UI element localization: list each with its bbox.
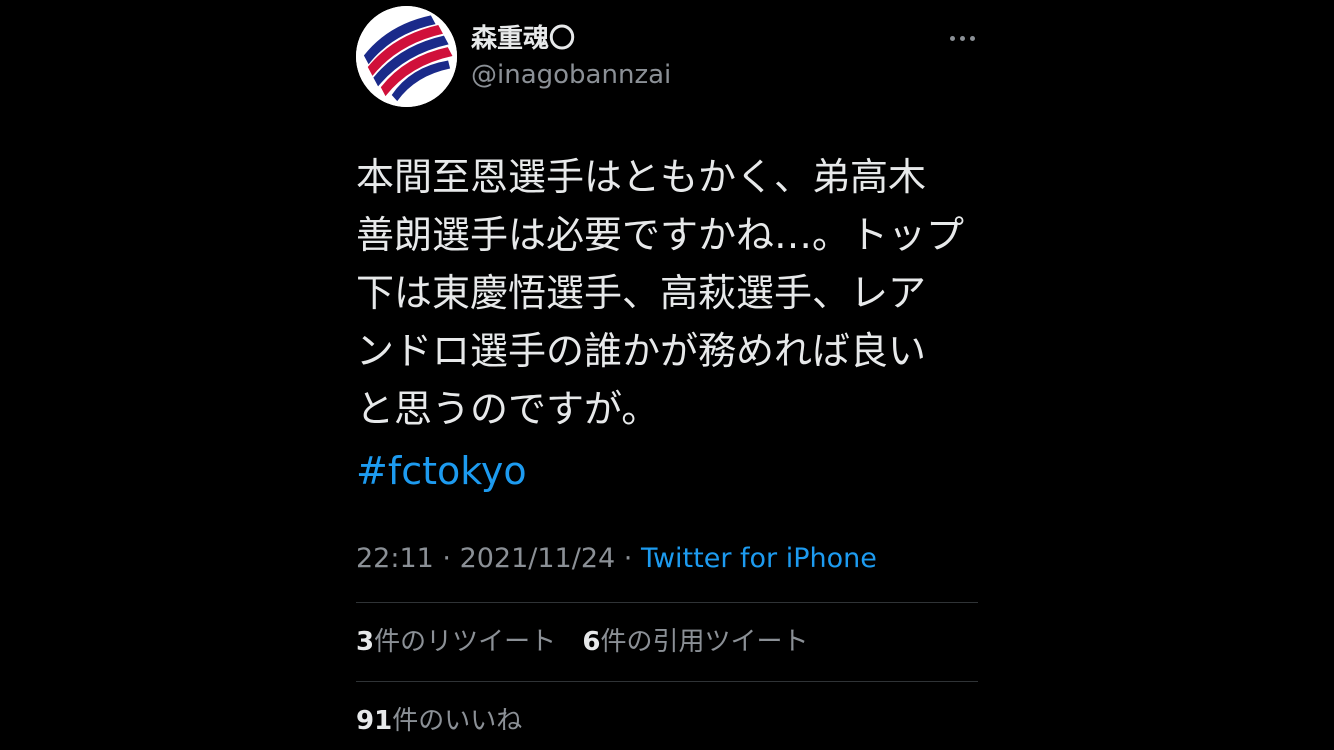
- avatar-image: [356, 6, 457, 107]
- tweet-time: 22:11: [356, 543, 434, 574]
- likes-count: 91: [356, 706, 393, 736]
- tweet-text-line: ンドロ選手の誰かが務めれば良い: [356, 329, 927, 373]
- divider: [356, 681, 978, 682]
- likes-stats-row: 91件のいいね: [356, 703, 540, 739]
- tweet-detail-page: 森重魂〇 @inagobannzai 本間至恩選手はともかく、弟高木 善朗選手は…: [0, 0, 1334, 750]
- quote-tweets-label: 件の引用ツイート: [600, 627, 809, 657]
- likes-label: 件のいいね: [392, 706, 523, 736]
- meta-separator: ·: [433, 543, 460, 574]
- likes-stat[interactable]: 91件のいいね: [356, 703, 522, 739]
- tweet-date: 2021/11/24: [459, 543, 616, 574]
- tweet-text: 本間至恩選手はともかく、弟高木 善朗選手は必要ですかね…。トップ 下は東慶悟選手…: [356, 148, 976, 438]
- tweet-meta: 22:11 · 2021/11/24 · Twitter for iPhone: [356, 540, 877, 578]
- quote-tweets-count: 6: [582, 627, 601, 657]
- quote-tweets-stat[interactable]: 6件の引用ツイート: [582, 624, 808, 660]
- meta-separator: ·: [615, 543, 641, 574]
- tweet-text-line: と思うのですが。: [356, 387, 660, 431]
- hashtag-link[interactable]: #fctokyo: [356, 442, 527, 500]
- retweets-stat[interactable]: 3件のリツイート: [356, 624, 556, 660]
- tweet-text-line: 善朗選手は必要ですかね…。トップ: [356, 213, 965, 257]
- tweet-text-line: 下は東慶悟選手、高萩選手、レア: [356, 271, 927, 315]
- author-display-name[interactable]: 森重魂〇: [471, 22, 575, 56]
- more-horizontal-icon: [949, 35, 955, 41]
- retweets-label: 件のリツイート: [374, 627, 557, 657]
- more-horizontal-icon-dot: [969, 35, 975, 41]
- avatar[interactable]: [356, 6, 457, 107]
- author-handle[interactable]: @inagobannzai: [471, 58, 671, 92]
- more-horizontal-icon-dot: [959, 35, 965, 41]
- more-options-button[interactable]: [940, 24, 984, 52]
- engagement-stats-row: 3件のリツイート 6件の引用ツイート: [356, 624, 826, 660]
- tweet-source-link[interactable]: Twitter for iPhone: [641, 543, 877, 574]
- retweets-count: 3: [356, 627, 375, 657]
- divider: [356, 602, 978, 603]
- tweet-text-line: 本間至恩選手はともかく、弟高木: [356, 155, 927, 199]
